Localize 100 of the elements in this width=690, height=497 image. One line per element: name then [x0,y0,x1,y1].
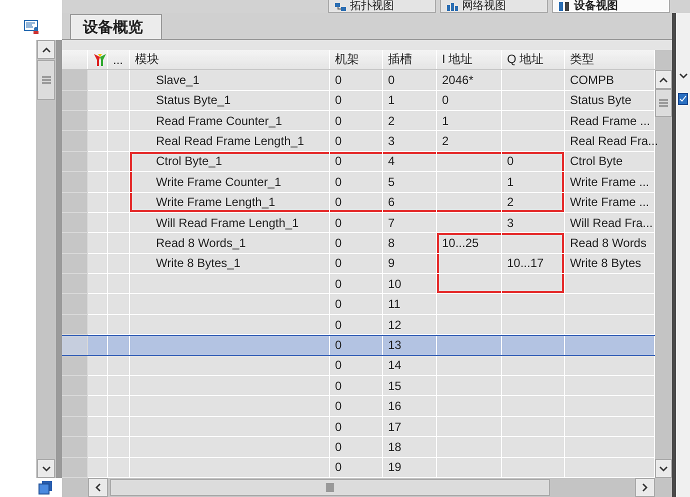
view-icon [335,0,346,12]
table-cell: 1 [383,90,437,111]
scroll-up-button[interactable] [655,70,672,90]
chevron-down-icon [42,466,50,472]
table-cell: 7 [383,212,437,234]
chevron-left-icon [95,483,101,492]
column-header[interactable]: 插槽 [388,51,412,68]
table-cell [108,172,130,193]
table-cell: 1 [437,110,502,132]
table-cell: Status Byte_1 [130,90,330,111]
scroll-down-button[interactable] [37,459,55,478]
table-cell: 0 [330,437,383,458]
table-cell [108,152,130,172]
table-cell: 1 [502,172,565,193]
scrollbar-thumb[interactable] [110,479,550,496]
table-cell [88,131,108,152]
table-cell: 10...25 [437,233,502,254]
table-cell: 11 [383,294,437,315]
scrollbar-thumb[interactable] [37,60,55,100]
table-cell: Slave_1 [130,70,330,91]
table-cell: Write 8 Bytes_1 [130,254,330,274]
table-cell: 0 [330,233,383,254]
view-tab[interactable]: 网络视图 [440,0,548,13]
scrollbar-thumb[interactable] [655,89,672,118]
scroll-down-button[interactable] [655,459,672,478]
table-cell [88,437,108,458]
chevron-down-icon [659,466,668,472]
filter-icon[interactable] [93,52,107,67]
view-icon [559,0,570,12]
table-cell: 0 [330,110,383,132]
table-cell [108,356,130,376]
table-cell [108,274,130,294]
table-cell: 0 [330,131,383,152]
row-header[interactable] [62,314,88,336]
table-cell [88,172,108,193]
table-cell [88,416,108,438]
table-cell [88,376,108,396]
table-cell [108,437,130,458]
table-cell: Real Read Frame Length_1 [130,131,330,152]
table-cell [88,90,108,111]
table-cell: 0 [330,172,383,193]
table-cell: 10...17 [502,254,565,274]
table-cell: 0 [330,356,383,376]
table-cell [108,294,130,315]
table-cell: 0 [330,274,383,294]
table-cell [108,233,130,254]
table-cell: 0 [330,336,383,355]
view-icon [447,0,458,12]
chevron-right-icon [642,483,648,492]
table-cell: 17 [383,416,437,438]
table-cell: 0 [330,90,383,111]
table-cell: 8 [383,233,437,254]
row-header[interactable] [62,356,88,376]
table-cell [88,152,108,172]
table-cell: 4 [383,152,437,172]
table-cell: 0 [330,212,383,234]
table-cell: Read 8 Words_1 [130,233,330,254]
column-header[interactable]: Q 地址 [507,51,544,68]
table-cell: 2046* [437,70,502,91]
table-cell: 5 [383,172,437,193]
chevron-icon[interactable] [678,73,688,79]
device-overview-tab[interactable]: 设备概览 [70,14,162,40]
table-cell [108,131,130,152]
table-cell: Ctrol Byte_1 [130,152,330,172]
table-cell: 13 [383,336,437,355]
table-cell [88,192,108,213]
table-cell [108,212,130,234]
window-icon[interactable] [38,480,53,495]
table-cell: 0 [330,192,383,213]
column-menu[interactable]: ... [113,52,124,67]
table-cell: Will Read Frame Length_1 [130,212,330,234]
scroll-up-button[interactable] [37,40,55,59]
table-cell: 3 [502,212,565,234]
checkbox-icon[interactable] [678,93,688,105]
chevron-up-icon [659,76,668,83]
column-header[interactable]: 模块 [135,51,159,68]
table-cell: 0 [437,90,502,111]
scroll-left-button[interactable] [88,478,108,497]
table-cell: 0 [330,294,383,315]
view-tab[interactable]: 拓扑视图 [328,0,436,13]
table-cell [108,396,130,417]
column-header[interactable]: I 地址 [442,51,473,68]
column-header[interactable]: 机架 [335,51,359,68]
table-cell: 2 [437,131,502,152]
table-cell [88,110,108,132]
scroll-right-button[interactable] [635,478,655,497]
table-cell: 9 [383,254,437,274]
table-cell: 16 [383,396,437,417]
grip-icon [326,483,334,492]
table-cell: 0 [502,152,565,172]
table-cell: 10 [383,274,437,294]
panel-icon[interactable] [24,20,40,34]
table-cell [108,90,130,111]
table-cell: Write Frame Length_1 [130,192,330,213]
table-cell: 15 [383,376,437,396]
column-header[interactable]: 类型 [570,51,594,68]
table-cell: 0 [330,254,383,274]
table-cell: 2 [502,192,565,213]
table-cell: 18 [383,437,437,458]
table-cell [88,356,108,376]
